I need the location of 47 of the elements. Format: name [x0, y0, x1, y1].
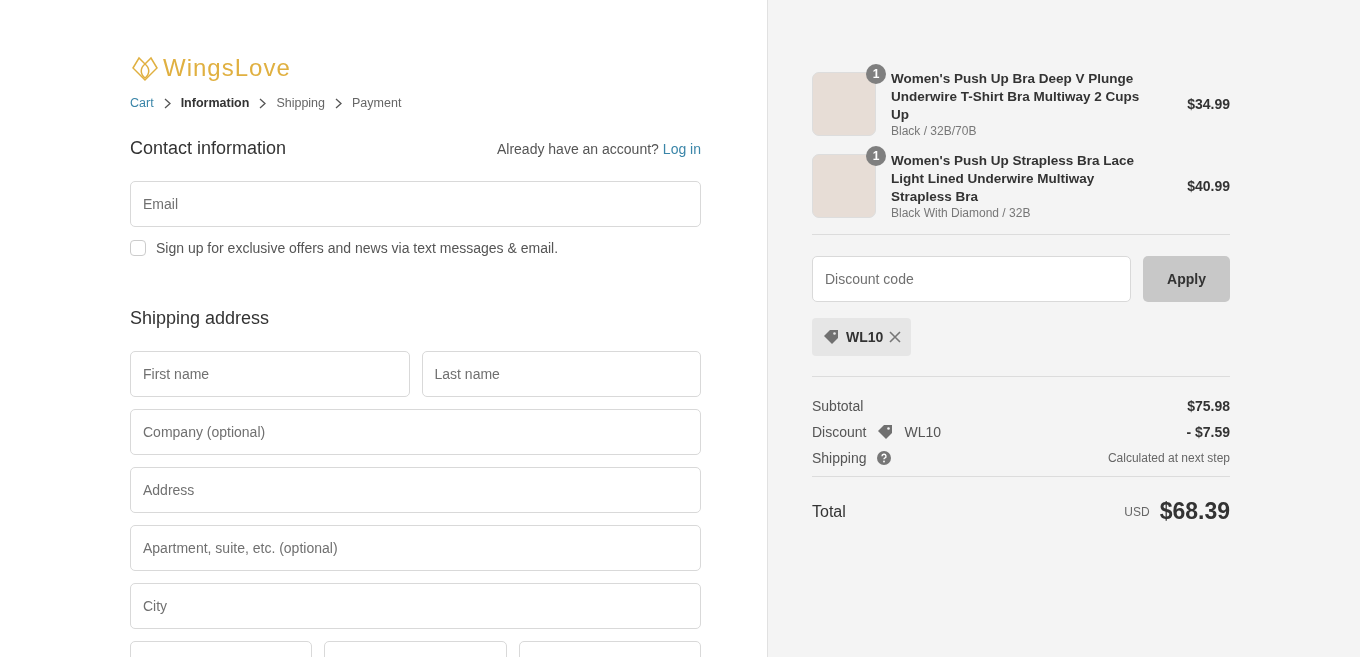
breadcrumb-link[interactable]: Shipping [276, 96, 326, 110]
breadcrumb-link[interactable]: Payment [352, 96, 402, 110]
close-icon[interactable] [889, 331, 902, 343]
chevron-right-icon [259, 97, 267, 109]
address-field[interactable]: Company (optional) [130, 409, 701, 455]
quantity-badge: 1 [866, 146, 886, 166]
apply-button[interactable]: Apply [1143, 256, 1230, 302]
product-variant: Black With Diamond / 32B [891, 206, 1032, 220]
discount-value: - $7.59 [1186, 424, 1230, 440]
logo-icon [130, 54, 160, 82]
tag-icon [876, 423, 895, 441]
shipping-label: Shipping [812, 450, 867, 466]
address-field[interactable]: City [130, 583, 701, 629]
email-field[interactable]: Email [130, 181, 701, 227]
section-title: Contact information [130, 138, 287, 159]
tag-icon [822, 328, 840, 346]
product-variant: Black / 32B/70B [891, 124, 978, 138]
breadcrumb-link[interactable]: Information [180, 96, 250, 110]
section-title: Shipping address [130, 308, 271, 329]
discount-code: WL10 [904, 424, 942, 440]
address-field[interactable]: Apartment, suite, etc. (optional) [130, 525, 701, 571]
product-name: Women's Push Up Strapless Bra Lace Light Lined Underwire Multiway Strapless Bra [891, 152, 1136, 206]
chevron-right-icon [335, 97, 343, 109]
product-name: Women's Push Up Bra Deep V Plunge Underwire T-Shirt Bra Multiway 2 Cups Up [891, 70, 1141, 124]
product-price: $40.99 [1187, 178, 1230, 194]
account-prompt: Already have an account? [496, 141, 659, 157]
discount-code-field[interactable]: Discount code [812, 256, 1131, 302]
product-price: $34.99 [1187, 96, 1230, 112]
address-field[interactable]: Address [130, 467, 701, 513]
discount-label: Discount [812, 424, 867, 440]
total-value: $68.39 [1159, 498, 1230, 525]
currency-code: USD [1124, 504, 1150, 519]
help-icon[interactable] [876, 451, 891, 465]
subtotal-value: $75.98 [1187, 398, 1230, 414]
address-field[interactable]: Last name [421, 351, 701, 397]
address-field[interactable]: First name [130, 351, 410, 397]
signup-label: Sign up for exclusive offers and news via text messages & email. [156, 240, 559, 256]
subtotal-label: Subtotal [812, 398, 864, 414]
breadcrumb-link[interactable]: Cart [130, 96, 154, 110]
total-label: Total [812, 502, 846, 521]
discount-code: WL10 [846, 329, 884, 345]
shipping-value: Calculated at next step [1107, 451, 1230, 465]
checkbox[interactable] [130, 240, 146, 256]
brand-name: WingsLove [163, 54, 291, 82]
chevron-right-icon [163, 97, 171, 109]
login-link[interactable]: Log in [662, 141, 701, 157]
quantity-badge: 1 [866, 64, 886, 84]
